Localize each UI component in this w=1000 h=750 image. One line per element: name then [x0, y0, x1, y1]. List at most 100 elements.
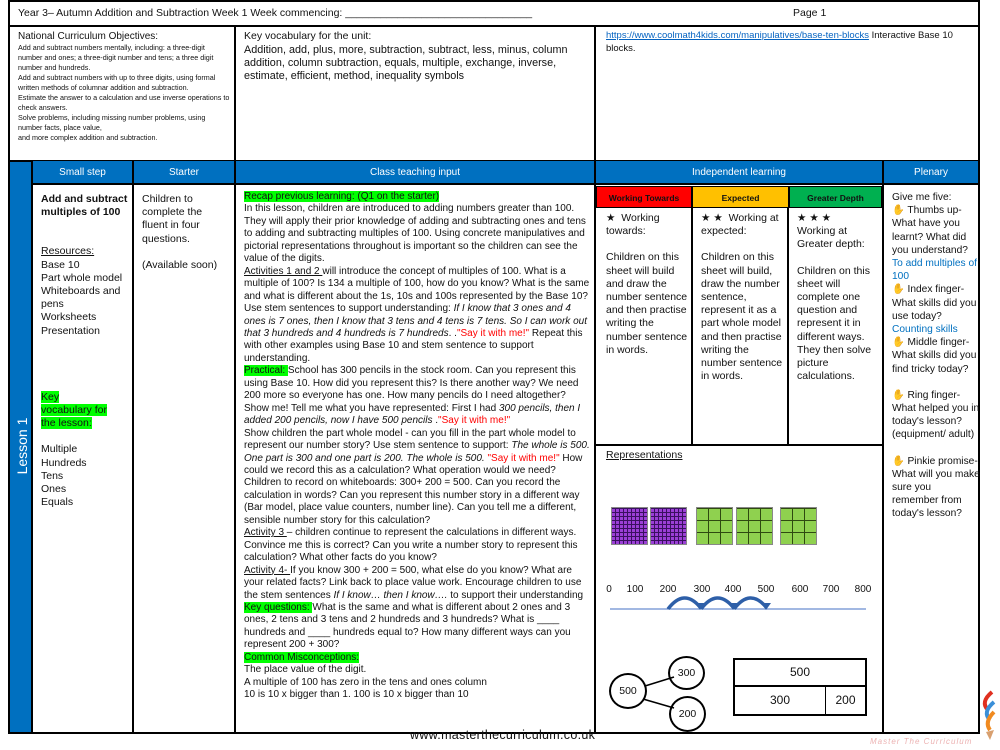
column-header-independent: Independent learning — [596, 161, 884, 184]
resource-item: Whiteboards and pens — [41, 285, 121, 311]
star-icon: ★ ★ ★ — [797, 212, 832, 224]
objective: Solve problems, including missing number… — [18, 113, 206, 132]
star-icon: ★ ★ — [701, 212, 723, 224]
bar-model-part: 200 — [835, 693, 856, 707]
objective: and more complex addition and subtractio… — [18, 133, 158, 142]
small-step-title: Add and subtract multiples of 100 — [41, 193, 128, 219]
objective: Estimate the answer to a calculation and… — [18, 93, 230, 112]
vocab-item: Multiple — [41, 443, 78, 456]
level-heading: Working at Greater depth: — [797, 225, 865, 251]
logo-text: Master The Curriculum — [870, 737, 973, 746]
base-ten-blocks-link[interactable]: https://www.coolmath4kids.com/manipulati… — [606, 30, 869, 41]
teaching-text: Practical: — [244, 365, 288, 377]
representations-heading: Representations — [606, 449, 683, 461]
teaching-text: A multiple of 100 has zero in the tens a… — [244, 676, 487, 688]
teaching-paragraph: Activity 4- If you know 300 + 200 = 500,… — [244, 565, 592, 602]
plenary-answer: Counting skills — [892, 324, 958, 336]
plenary-item: ✋ Pinkie promise- What will you make sur… — [892, 455, 980, 521]
teaching-text: Key questions: — [244, 601, 313, 613]
teaching-paragraph: In this lesson, children are introduced … — [244, 203, 592, 265]
teaching-text: Activity 3 — [244, 527, 287, 539]
teaching-text: "Say it with me!" — [438, 415, 511, 427]
base-ten-hundred-flat — [736, 507, 773, 545]
jump-arrow — [699, 596, 735, 611]
vocab-item: Equals — [41, 496, 74, 509]
objectives-list: Add and subtract numbers mentally, inclu… — [18, 43, 230, 143]
teaching-text: "Say it with me!" — [456, 327, 530, 339]
resource-link-block: https://www.coolmath4kids.com/manipulati… — [606, 29, 971, 55]
small-step-cell: Add and subtract multiples of 100 Resour… — [41, 193, 131, 509]
lesson-vocabulary-heading: Key vocabulary for the lesson: — [41, 390, 107, 430]
starter-text: Children to complete the fluent in four … — [142, 193, 203, 245]
teaching-paragraph: Activity 3 – children continue to repres… — [244, 527, 592, 564]
teaching-text: to support their understanding — [447, 589, 584, 601]
starter-cell: Children to complete the fluent in four … — [142, 193, 222, 272]
teaching-text: Activity 4- — [244, 564, 291, 576]
column-header-plenary: Plenary — [884, 161, 978, 184]
teaching-text: Common Misconceptions: — [244, 651, 360, 663]
teaching-text: 10 is 10 x bigger than 1. 100 is 10 x bi… — [244, 689, 469, 701]
plenary-item: ✋ Ring finger- What helped you in today'… — [892, 389, 980, 442]
teaching-paragraph: Practical: School has 300 pencils in the… — [244, 365, 592, 427]
greater-depth-cell: ★ ★ ★ Working at Greater depth: Children… — [797, 212, 877, 383]
base-ten-hundred-flat — [650, 507, 687, 545]
class-teaching-input: Recap previous learning: (Q1 on the star… — [244, 191, 592, 702]
curriculum-objectives: National Curriculum Objectives: Add and … — [18, 30, 230, 143]
part-whole-part: 200 — [669, 696, 706, 732]
part-whole-part: 300 — [668, 656, 705, 690]
part-whole-whole: 500 — [609, 673, 647, 709]
hand-icon: ✋ — [892, 389, 908, 401]
plenary-item: ✋ Middle finger- What skills did you fin… — [892, 336, 980, 376]
resource-item: Base 10 — [41, 258, 80, 271]
unit-vocabulary-text: Addition, add, plus, more, subtraction, … — [244, 44, 568, 83]
document-title: Year 3– Autumn Addition and Subtraction … — [18, 7, 533, 19]
jump-arrow — [732, 596, 768, 611]
objective: Add and subtract numbers mentally, inclu… — [18, 43, 214, 72]
teaching-text: "Say it with me!" — [487, 452, 560, 464]
expected-cell: ★ ★ Working at expected: Children on thi… — [701, 212, 785, 383]
teaching-paragraph: Common Misconceptions: — [244, 651, 592, 664]
teaching-text: – children continue to represent the cal… — [244, 527, 578, 564]
level-expected: Expected — [692, 186, 789, 208]
teaching-text: If I know… then I know…. — [333, 589, 448, 601]
level-heading: Working towards: — [606, 212, 660, 238]
teaching-paragraph: Activities 1 and 2 will introduce the co… — [244, 266, 592, 366]
bar-model-whole: 500 — [735, 660, 865, 687]
resources-heading: Resources: — [41, 245, 95, 258]
teaching-paragraph: 10 is 10 x bigger than 1. 100 is 10 x bi… — [244, 689, 592, 701]
working-towards-cell: ★ Working towards: Children on this shee… — [606, 212, 690, 357]
teaching-paragraph: A multiple of 100 has zero in the tens a… — [244, 677, 592, 689]
objectives-heading: National Curriculum Objectives: — [18, 31, 159, 42]
plenary-answer: To add multiples of 100 — [892, 258, 977, 283]
level-greater-depth: Greater Depth — [789, 186, 882, 208]
hand-icon: ✋ — [892, 455, 908, 467]
footer-url[interactable]: www.masterthecurriculum.co.uk — [410, 728, 595, 742]
column-header-small-step: Small step — [33, 161, 134, 184]
plenary-intro: Give me five: — [892, 192, 952, 203]
column-header-starter: Starter — [134, 161, 236, 184]
hand-icon: ✋ — [892, 205, 908, 217]
plenary-item: ✋ Thumbs up- What have you learnt? What … — [892, 204, 980, 283]
teaching-paragraph: Show children the part whole model - can… — [244, 428, 592, 528]
objective: Add and subtract numbers with up to thre… — [18, 73, 216, 92]
jump-arrow — [666, 596, 702, 611]
resource-item: Part whole model — [41, 271, 123, 284]
bar-model: 500 300 200 — [733, 658, 867, 716]
level-description: Children on this sheet will build and dr… — [606, 251, 688, 356]
unit-vocabulary: Key vocabulary for the unit: Addition, a… — [244, 30, 589, 83]
lesson-label: Lesson 1 — [14, 417, 30, 475]
plenary-item: ✋ Index finger- What skills did you use … — [892, 283, 980, 336]
level-description: Children on this sheet will complete one… — [797, 264, 872, 383]
vocab-item: Hundreds — [41, 456, 87, 469]
teaching-text: In this lesson, children are introduced … — [244, 203, 586, 265]
level-working-towards: Working Towards — [596, 186, 692, 208]
star-icon: ★ — [606, 212, 616, 224]
teaching-paragraph: Key questions: What is the same and what… — [244, 601, 592, 652]
teaching-text: The place value of the digit. — [244, 664, 367, 676]
base-ten-hundred-flat — [611, 507, 648, 545]
unit-vocabulary-heading: Key vocabulary for the unit: — [244, 30, 372, 42]
plenary-cell: Give me five: ✋ Thumbs up- What have you… — [892, 191, 980, 521]
column-header-class-teaching: Class teaching input — [236, 161, 596, 184]
base-ten-hundred-flat — [696, 507, 733, 545]
bar-model-part: 300 — [735, 687, 826, 714]
